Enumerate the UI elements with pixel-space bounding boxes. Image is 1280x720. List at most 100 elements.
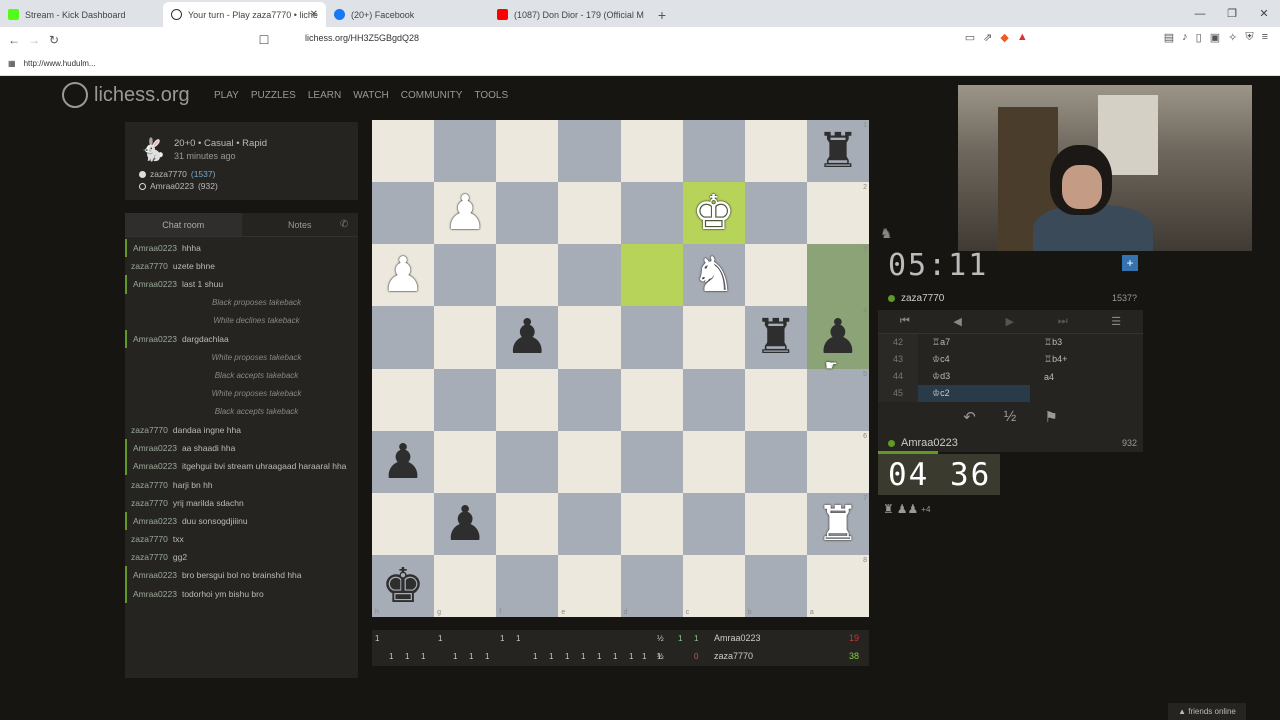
square-g6[interactable] (434, 430, 497, 493)
top-player-bar[interactable]: zaza7770 1537? (878, 288, 1143, 308)
square-e5[interactable] (558, 368, 621, 431)
square-e1[interactable] (558, 120, 621, 183)
square-g3[interactable] (434, 244, 497, 307)
nav-community[interactable]: COMMUNITY (401, 90, 463, 101)
square-c1[interactable] (682, 120, 745, 183)
square-h7[interactable] (372, 492, 435, 555)
square-h2[interactable] (372, 182, 435, 245)
square-b8[interactable]: b (744, 554, 807, 617)
square-d8[interactable]: d (620, 554, 683, 617)
square-b1[interactable] (744, 120, 807, 183)
panel-icon[interactable]: ▯ (1196, 31, 1202, 44)
square-e3[interactable] (558, 244, 621, 307)
square-h8[interactable]: ♚ h (372, 554, 435, 617)
square-d4[interactable] (620, 306, 683, 369)
square-h3[interactable]: ♟ (372, 244, 435, 307)
bottom-player-bar[interactable]: Amraa0223 932 (878, 433, 1143, 453)
piece-a1[interactable]: ♜ (816, 127, 859, 175)
chess-board[interactable]: ♜ 1 ♟ ♚ 2 ♟ ♞ 3 ♟ ♜ ♟ 4 5 ♟ 6 ♟ ♜ 7 ♚ h g f e d c b 8 a (372, 120, 869, 617)
extensions-icon[interactable]: ✧ (1228, 31, 1237, 44)
rewards-icon[interactable]: ▲ (1017, 31, 1028, 44)
white-move[interactable]: ♔c2 (918, 385, 1030, 402)
square-a5[interactable]: 5 (806, 368, 869, 431)
p1-name[interactable]: Amraa0223 (714, 633, 761, 643)
vpn-icon[interactable]: ⛨ (1245, 31, 1253, 44)
white-move[interactable]: ♔d3 (918, 371, 1030, 382)
square-b6[interactable] (744, 430, 807, 493)
square-a7[interactable]: ♜ 7 (806, 492, 869, 555)
brave-shield-icon[interactable]: ◆ (1000, 31, 1008, 44)
square-e6[interactable] (558, 430, 621, 493)
tab-kick[interactable]: Stream - Kick Dashboard (0, 2, 163, 27)
square-d6[interactable] (620, 430, 683, 493)
square-g5[interactable] (434, 368, 497, 431)
square-d3[interactable] (620, 244, 683, 307)
square-f5[interactable] (496, 368, 559, 431)
takeback-icon[interactable]: ↶ (963, 408, 976, 426)
menu-icon[interactable]: ≡ (1262, 31, 1268, 44)
share-icon[interactable]: ⇗ (983, 31, 992, 44)
black-move[interactable]: a4 (1030, 372, 1142, 382)
square-g2[interactable]: ♟ (434, 182, 497, 245)
bookmark-link[interactable]: http://www.hudulm... (24, 59, 96, 68)
sidebar-icon[interactable]: ▤ (1164, 31, 1174, 44)
square-g7[interactable]: ♟ (434, 492, 497, 555)
reload-icon[interactable]: ↻ (44, 33, 64, 47)
white-player-row[interactable]: zaza7770 (1537) (139, 169, 215, 179)
piece-f4[interactable]: ♟ (506, 313, 549, 361)
tab-facebook[interactable]: (20+) Facebook (326, 2, 489, 27)
square-a2[interactable]: 2 (806, 182, 869, 245)
square-d5[interactable] (620, 368, 683, 431)
square-e8[interactable]: e (558, 554, 621, 617)
chat-user[interactable]: Amraa0223 (133, 279, 177, 289)
chat-user[interactable]: zaza7770 (131, 480, 168, 490)
chat-user[interactable]: Amraa0223 (133, 589, 177, 599)
nav-watch[interactable]: WATCH (353, 90, 389, 101)
square-c8[interactable]: c (682, 554, 745, 617)
close-window-icon[interactable]: ✕ (1248, 0, 1280, 27)
square-a8[interactable]: 8a (806, 554, 869, 617)
piece-h6[interactable]: ♟ (382, 438, 425, 486)
piece-c2[interactable]: ♚ (692, 189, 735, 237)
tab-chat-room[interactable]: Chat room (125, 213, 242, 236)
chat-user[interactable]: Amraa0223 (133, 443, 177, 453)
first-move-icon[interactable]: ⏮ (900, 315, 910, 328)
square-e4[interactable] (558, 306, 621, 369)
close-tab-icon[interactable]: ✕ (310, 9, 318, 20)
phone-icon[interactable]: ✆ (340, 219, 348, 230)
maximize-icon[interactable]: ❐ (1216, 0, 1248, 27)
square-a3[interactable]: 3 (806, 244, 869, 307)
chat-user[interactable]: zaza7770 (131, 261, 168, 271)
chat-user[interactable]: zaza7770 (131, 552, 168, 562)
white-move[interactable]: ♖a7 (918, 337, 1030, 348)
square-h5[interactable] (372, 368, 435, 431)
url-field[interactable]: lichess.org/HH3Z5GBgdQ28 (305, 33, 419, 43)
square-c5[interactable] (682, 368, 745, 431)
chat-user[interactable]: Amraa0223 (133, 461, 177, 471)
new-tab-button[interactable]: + (652, 2, 672, 27)
square-c4[interactable] (682, 306, 745, 369)
chat-user[interactable]: Amraa0223 (133, 243, 177, 253)
square-f6[interactable] (496, 430, 559, 493)
resign-flag-icon[interactable]: ⚑ (1044, 408, 1057, 426)
square-b7[interactable] (744, 492, 807, 555)
square-g1[interactable] (434, 120, 497, 183)
prev-move-icon[interactable]: ◀ (953, 315, 961, 328)
apps-icon[interactable]: ▦ (8, 59, 16, 68)
white-move[interactable]: ♔c4 (918, 354, 1030, 365)
chat-user[interactable]: Amraa0223 (133, 570, 177, 580)
square-f3[interactable] (496, 244, 559, 307)
next-move-icon[interactable]: ▶ (1006, 315, 1014, 328)
chat-user[interactable]: zaza7770 (131, 498, 168, 508)
square-h1[interactable] (372, 120, 435, 183)
piece-b4[interactable]: ♜ (754, 313, 797, 361)
p2-name[interactable]: zaza7770 (714, 651, 753, 661)
chat-user[interactable]: Amraa0223 (133, 334, 177, 344)
add-time-icon[interactable]: + (1122, 255, 1138, 271)
square-c7[interactable] (682, 492, 745, 555)
nav-tools[interactable]: TOOLS (474, 90, 508, 101)
menu-lines-icon[interactable]: ☰ (1111, 315, 1121, 328)
square-d7[interactable] (620, 492, 683, 555)
square-d2[interactable] (620, 182, 683, 245)
black-player-row[interactable]: Amraa0223 (932) (139, 181, 218, 191)
